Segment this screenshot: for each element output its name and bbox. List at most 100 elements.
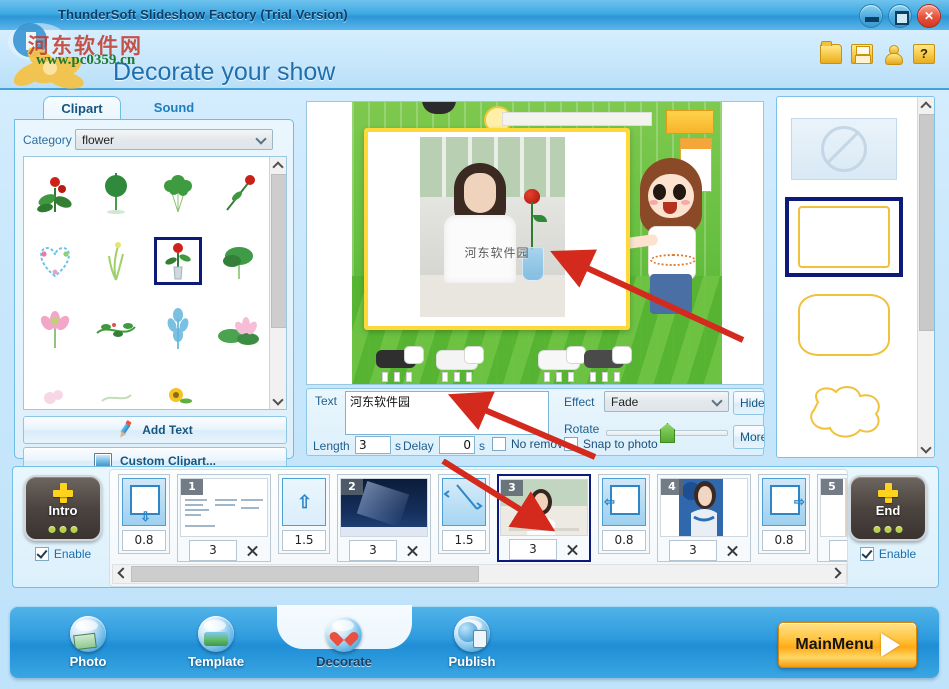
rotate-slider[interactable] <box>606 430 728 436</box>
end-button[interactable]: End <box>849 475 927 541</box>
clipart-item-blue-fountain-flower[interactable] <box>154 305 202 353</box>
remove-slide-icon[interactable] <box>245 544 259 558</box>
transition-duration[interactable]: 0.8 <box>122 530 166 551</box>
delay-input[interactable]: 0 <box>439 436 475 454</box>
slide-number: 4 <box>661 479 683 495</box>
end-section: End Enable <box>846 475 930 579</box>
help-icon[interactable]: ? <box>913 44 935 64</box>
clipart-item-empty[interactable] <box>215 373 263 410</box>
remove-slide-icon[interactable] <box>405 544 419 558</box>
hide-button[interactable]: Hide <box>733 391 765 415</box>
clipart-item-green-bouquet[interactable] <box>154 169 202 217</box>
clipart-item-small-sprig[interactable] <box>92 373 140 410</box>
frame-list-scrollbar[interactable] <box>917 97 934 457</box>
slide-number: 5 <box>821 479 843 495</box>
user-icon[interactable] <box>882 44 904 64</box>
slide-duration[interactable]: 3 <box>349 540 397 561</box>
transition-icon <box>442 478 486 526</box>
intro-button[interactable]: Intro <box>24 475 102 541</box>
slide-duration[interactable]: 3 <box>189 540 237 561</box>
photo-text-overlay[interactable]: 河东软件园 <box>464 244 529 261</box>
slide-item-1[interactable]: 1 3 <box>177 474 271 562</box>
nav-template[interactable]: Template <box>156 616 276 674</box>
clipart-item-grass-sprout[interactable] <box>92 237 140 285</box>
nav-photo[interactable]: Photo <box>28 616 148 674</box>
add-text-button[interactable]: Add Text <box>23 416 287 444</box>
length-input[interactable]: 3 <box>355 436 391 454</box>
nav-decorate[interactable]: Decorate <box>284 616 404 674</box>
frame-option-rounded[interactable] <box>789 289 899 361</box>
transition-slide-up[interactable]: ⇧ 1.5 <box>278 474 330 554</box>
scroll-up-icon[interactable] <box>918 97 934 113</box>
category-select[interactable]: flower <box>75 129 273 150</box>
effect-label: Effect <box>564 395 594 409</box>
transition-diagonal[interactable]: 1.5 <box>438 474 490 554</box>
frame-scroll-thumb[interactable] <box>919 114 935 331</box>
tab-clipart[interactable]: Clipart <box>43 96 121 121</box>
clipart-scrollbar[interactable] <box>269 157 286 409</box>
slide-item-5[interactable]: 5 <box>817 474 848 562</box>
clipart-item-rose-in-vase[interactable] <box>154 237 202 285</box>
transition-icon: ⇦ <box>602 478 646 526</box>
tab-sound[interactable]: Sound <box>132 96 216 120</box>
text-label: Text <box>315 394 337 408</box>
scroll-left-icon[interactable] <box>113 565 130 581</box>
slide-number: 1 <box>181 479 203 495</box>
transition-slide-down[interactable]: ⇩ 0.8 <box>118 474 170 554</box>
scroll-up-icon[interactable] <box>270 157 286 173</box>
clipart-item-sunflower[interactable] <box>154 373 202 410</box>
transition-duration[interactable]: 0.8 <box>762 530 806 551</box>
scroll-down-icon[interactable] <box>270 393 286 409</box>
clipart-scroll-thumb[interactable] <box>271 174 287 328</box>
frame-option-rectangle[interactable] <box>785 197 903 277</box>
end-enable-checkbox[interactable]: Enable <box>860 547 916 561</box>
close-button[interactable]: ✕ <box>917 4 941 28</box>
scroll-down-icon[interactable] <box>918 441 934 457</box>
slide-duration[interactable]: 3 <box>669 540 717 561</box>
slide-preview[interactable]: 河东软件园 <box>306 101 764 385</box>
slide-item-3[interactable]: 3 3 <box>497 474 591 562</box>
slide-item-4[interactable]: 4 <box>657 474 751 562</box>
more-button[interactable]: More <box>733 425 765 449</box>
main-menu-button[interactable]: MainMenu <box>778 622 917 668</box>
clipart-item-lotus-pad[interactable] <box>215 305 263 353</box>
effect-select[interactable]: Fade <box>604 391 729 412</box>
minimize-button[interactable] <box>859 4 883 28</box>
transition-slide-left[interactable]: ⇦ 0.8 <box>598 474 650 554</box>
clipart-item-pink-lotus[interactable] <box>31 305 79 353</box>
slide-duration[interactable]: 3 <box>509 539 557 560</box>
clipart-item-round-topiary[interactable] <box>92 169 140 217</box>
transition-duration[interactable]: 0.8 <box>602 530 646 551</box>
slider-handle[interactable] <box>660 423 675 443</box>
transition-duration[interactable]: 1.5 <box>282 530 326 551</box>
rose-clipart-on-photo[interactable] <box>516 189 546 279</box>
timeline-scroll-thumb[interactable] <box>131 566 479 582</box>
tv-dots-icon <box>874 526 903 533</box>
scroll-right-icon[interactable] <box>829 565 846 581</box>
intro-enable-checkbox[interactable]: Enable <box>35 547 91 561</box>
slide-item-2[interactable]: 2 3 <box>337 474 431 562</box>
clipart-item-green-shrub[interactable] <box>215 237 263 285</box>
clipart-item-pale-bloom[interactable] <box>31 373 79 410</box>
frame-option-cloud[interactable] <box>789 375 899 447</box>
transition-duration[interactable]: 1.5 <box>442 530 486 551</box>
frame-option-no-frame[interactable] <box>789 113 899 185</box>
publish-globe-icon <box>454 616 490 652</box>
save-icon[interactable] <box>851 44 873 64</box>
maximize-button[interactable] <box>888 4 912 28</box>
nav-publish[interactable]: Publish <box>412 616 532 674</box>
remove-slide-icon[interactable] <box>565 543 579 557</box>
remove-slide-icon[interactable] <box>725 544 739 558</box>
snap-to-photo-checkbox[interactable]: Snap to photo <box>564 437 658 451</box>
timeline-hscrollbar[interactable] <box>112 564 847 584</box>
no-remove-checkbox[interactable]: No remove <box>492 437 570 451</box>
transition-slide-right[interactable]: ⇨ 0.8 <box>758 474 810 554</box>
open-folder-icon[interactable] <box>820 44 842 64</box>
clipart-item-flower-heart[interactable] <box>31 237 79 285</box>
slide-number: 2 <box>341 479 363 495</box>
clipart-item-single-rose-stem[interactable] <box>215 169 263 217</box>
clipart-item-rose-bush[interactable] <box>31 169 79 217</box>
clipart-item-leaf-vine[interactable] <box>92 305 140 353</box>
photo-frame-overlay[interactable]: 河东软件园 <box>364 128 630 330</box>
text-input[interactable]: 河东软件园 <box>345 391 549 435</box>
